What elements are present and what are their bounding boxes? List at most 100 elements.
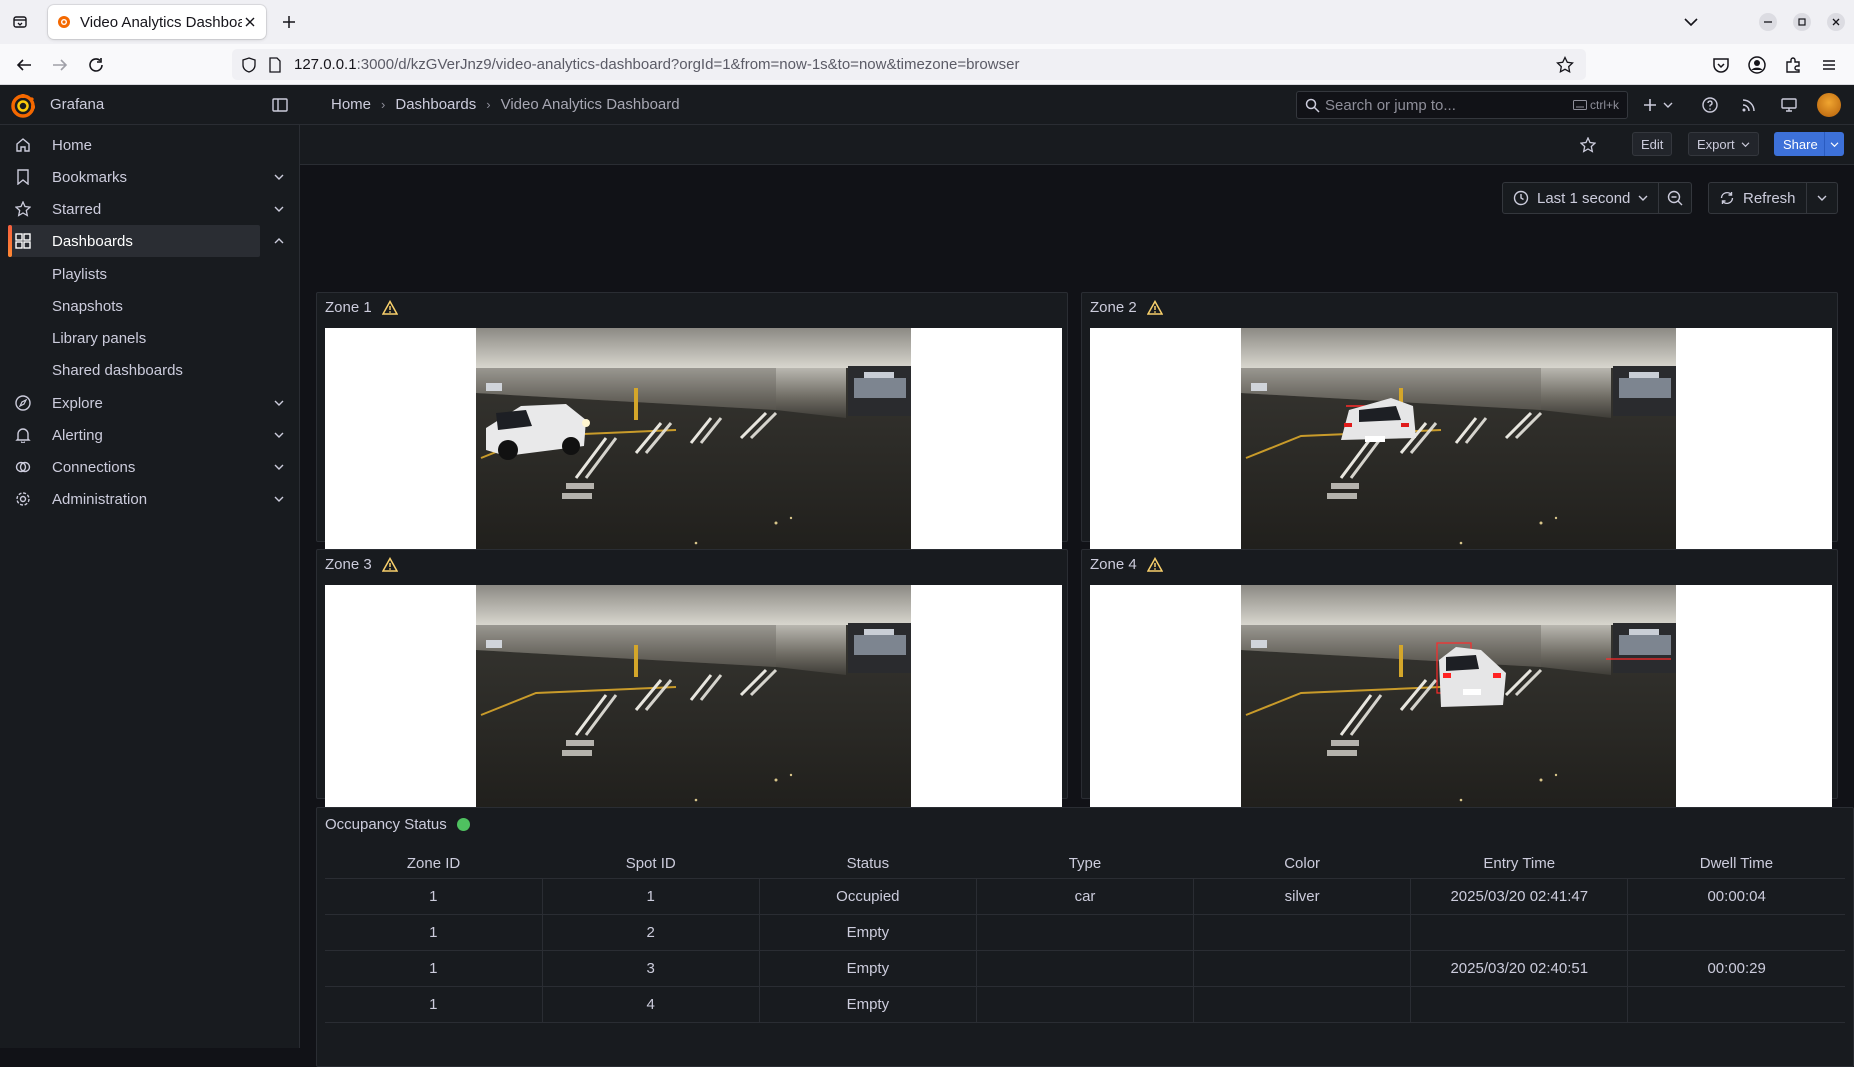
sidebar-item-administration[interactable]: Administration	[0, 483, 300, 515]
column-header[interactable]: Color	[1193, 850, 1411, 879]
list-all-tabs-icon[interactable]	[1681, 12, 1701, 32]
table-cell: 2025/03/20 02:41:47	[1410, 878, 1629, 915]
refresh-button[interactable]: Refresh	[1709, 183, 1807, 213]
breadcrumb-home[interactable]: Home	[331, 96, 371, 113]
chevron-right-icon: ›	[486, 97, 491, 112]
chevron-down-icon[interactable]	[272, 202, 286, 216]
bell-icon	[14, 426, 32, 444]
sidebar-subitem-library-panels[interactable]: Library panels	[52, 330, 146, 347]
warning-icon[interactable]	[1146, 299, 1163, 316]
new-tab-icon[interactable]	[278, 11, 300, 33]
column-header[interactable]: Spot ID	[542, 850, 760, 879]
zone-1-panel[interactable]: Zone 1	[316, 292, 1068, 573]
compass-icon	[14, 394, 32, 412]
sidebar-item-connections[interactable]: Connections	[0, 451, 300, 483]
camera-feed-image	[1241, 585, 1676, 830]
chevron-down-icon[interactable]	[272, 170, 286, 184]
pocket-icon[interactable]	[1709, 53, 1733, 77]
sidebar-subitem-shared-dashboards[interactable]: Shared dashboards	[52, 362, 183, 379]
account-icon[interactable]	[1745, 53, 1769, 77]
sidebar-item-label: Administration	[52, 490, 148, 508]
new-plus-icon[interactable]	[1640, 95, 1660, 115]
zoom-out-icon[interactable]	[1659, 183, 1691, 213]
table-cell: 2025/03/20 02:40:51	[1410, 950, 1629, 987]
breadcrumb-current: Video Analytics Dashboard	[500, 96, 680, 113]
zone-4-panel[interactable]: Zone 4	[1081, 549, 1838, 830]
panel-title: Occupancy Status	[325, 816, 447, 833]
sidebar-subitem-playlists[interactable]: Playlists	[52, 266, 107, 283]
sidebar-item-label: Home	[52, 136, 93, 154]
bookmark-star-icon[interactable]	[1556, 56, 1574, 74]
status-ok-indicator	[456, 818, 470, 831]
sidebar-item-label: Connections	[52, 458, 136, 476]
sidebar-subitem-snapshots[interactable]: Snapshots	[52, 298, 123, 315]
page-info-icon[interactable]	[266, 56, 284, 74]
address-bar[interactable]: 127.0.0.1:3000/d/kzGVerJnz9/video-analyt…	[232, 49, 1586, 80]
apps-icon	[14, 232, 32, 250]
sidebar-item-home[interactable]: Home	[0, 129, 300, 161]
help-icon[interactable]	[1700, 95, 1720, 115]
edit-button[interactable]: Edit	[1632, 132, 1673, 156]
panel-header: Occupancy Status	[325, 816, 470, 833]
warning-icon[interactable]	[1146, 556, 1163, 573]
close-window-icon[interactable]	[1826, 12, 1846, 32]
forward-icon[interactable]	[48, 53, 72, 77]
chevron-right-icon: ›	[381, 97, 386, 112]
share-dropdown-button[interactable]	[1824, 132, 1844, 156]
user-avatar[interactable]	[1817, 93, 1841, 117]
maximize-icon[interactable]	[1792, 12, 1812, 32]
sync-icon	[1720, 191, 1734, 205]
camera-feed-image	[1241, 328, 1676, 573]
rss-news-icon[interactable]	[1739, 95, 1759, 115]
table-cell	[976, 914, 1195, 951]
grafana-logo-icon[interactable]	[10, 93, 36, 119]
extensions-icon[interactable]	[1781, 53, 1805, 77]
tab-list-icon[interactable]	[8, 10, 32, 34]
share-button[interactable]: Share	[1774, 132, 1827, 156]
shield-icon[interactable]	[240, 56, 258, 74]
url-path: :3000/d/kzGVerJnz9/video-analytics-dashb…	[356, 56, 1020, 73]
column-header[interactable]: Status	[759, 850, 977, 879]
table-cell: Occupied	[759, 878, 977, 915]
column-header[interactable]: Type	[976, 850, 1194, 879]
dock-menu-icon[interactable]	[270, 95, 290, 115]
table-cell: car	[976, 878, 1195, 915]
camera-frame	[1090, 328, 1832, 573]
time-range-button[interactable]: Last 1 second	[1503, 183, 1660, 213]
column-header[interactable]: Dwell Time	[1627, 850, 1845, 879]
chevron-down-icon[interactable]	[272, 428, 286, 442]
sidebar-item-alerting[interactable]: Alerting	[0, 419, 300, 451]
time-picker: Last 1 second	[1502, 182, 1693, 214]
export-button[interactable]: Export	[1688, 132, 1759, 156]
breadcrumb-dashboards[interactable]: Dashboards	[395, 96, 476, 113]
table-cell: 4	[542, 986, 760, 1023]
close-tab-icon[interactable]	[242, 14, 258, 30]
chevron-down-icon[interactable]	[272, 492, 286, 506]
mark-favorite-icon[interactable]	[1578, 135, 1598, 155]
kiosk-monitor-icon[interactable]	[1779, 95, 1799, 115]
zone-2-panel[interactable]: Zone 2	[1081, 292, 1838, 573]
warning-icon[interactable]	[381, 556, 398, 573]
browser-tab[interactable]: Video Analytics Dashboar	[48, 5, 266, 39]
zone-3-panel[interactable]: Zone 3	[316, 549, 1068, 830]
search-input[interactable]: Search or jump to... ctrl+k	[1296, 91, 1628, 119]
occupancy-status-panel[interactable]: Occupancy Status Zone ID Spot ID Status …	[316, 807, 1854, 1067]
minimize-icon[interactable]	[1758, 12, 1778, 32]
chevron-up-icon[interactable]	[272, 234, 286, 248]
table-cell	[1193, 950, 1412, 987]
sidebar-item-explore[interactable]: Explore	[0, 387, 300, 419]
chevron-down-icon[interactable]	[272, 460, 286, 474]
reload-icon[interactable]	[84, 53, 108, 77]
column-header[interactable]: Entry Time	[1410, 850, 1628, 879]
warning-icon[interactable]	[381, 299, 398, 316]
refresh-interval-dropdown[interactable]	[1807, 183, 1837, 213]
sidebar-item-dashboards[interactable]: Dashboards	[0, 225, 300, 257]
chevron-down-icon[interactable]	[1658, 95, 1678, 115]
column-header[interactable]: Zone ID	[325, 850, 543, 879]
grafana-brand: Grafana	[50, 96, 105, 113]
sidebar-item-starred[interactable]: Starred	[0, 193, 300, 225]
back-icon[interactable]	[12, 53, 36, 77]
app-menu-icon[interactable]	[1817, 53, 1841, 77]
chevron-down-icon[interactable]	[272, 396, 286, 410]
sidebar-item-bookmarks[interactable]: Bookmarks	[0, 161, 300, 193]
